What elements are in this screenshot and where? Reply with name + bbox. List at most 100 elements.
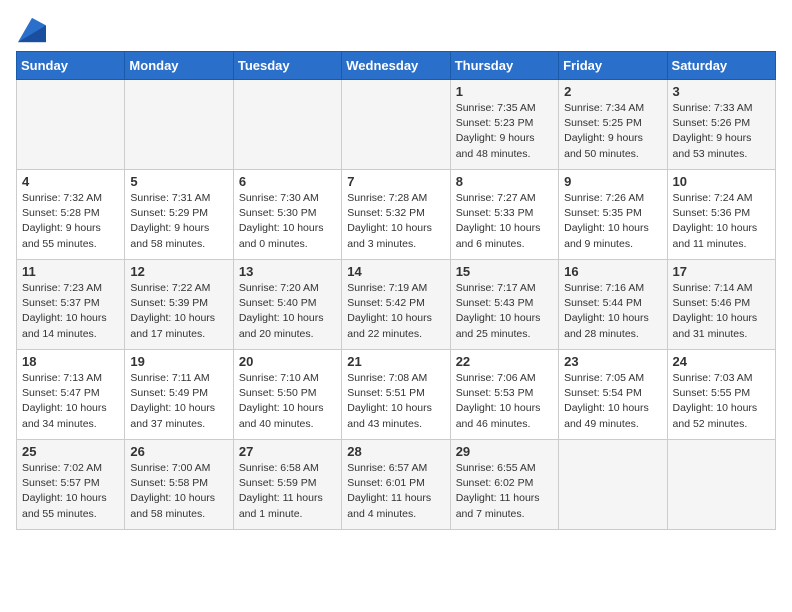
- day-info: Sunrise: 7:19 AM Sunset: 5:42 PM Dayligh…: [347, 281, 444, 342]
- day-info: Sunrise: 6:58 AM Sunset: 5:59 PM Dayligh…: [239, 461, 336, 522]
- calendar-cell: 25 Sunrise: 7:02 AM Sunset: 5:57 PM Dayli…: [17, 440, 125, 530]
- calendar-cell: 3 Sunrise: 7:33 AM Sunset: 5:26 PM Daylig…: [667, 80, 775, 170]
- day-number: 16: [564, 264, 661, 279]
- calendar-cell: 23 Sunrise: 7:05 AM Sunset: 5:54 PM Dayli…: [559, 350, 667, 440]
- day-number: 12: [130, 264, 227, 279]
- weekday-tuesday: Tuesday: [233, 52, 341, 80]
- calendar-cell: [17, 80, 125, 170]
- day-info: Sunrise: 7:32 AM Sunset: 5:28 PM Dayligh…: [22, 191, 119, 252]
- day-info: Sunrise: 7:10 AM Sunset: 5:50 PM Dayligh…: [239, 371, 336, 432]
- day-number: 11: [22, 264, 119, 279]
- day-info: Sunrise: 7:05 AM Sunset: 5:54 PM Dayligh…: [564, 371, 661, 432]
- day-info: Sunrise: 7:00 AM Sunset: 5:58 PM Dayligh…: [130, 461, 227, 522]
- calendar-cell: 1 Sunrise: 7:35 AM Sunset: 5:23 PM Daylig…: [450, 80, 558, 170]
- week-row-4: 18 Sunrise: 7:13 AM Sunset: 5:47 PM Dayli…: [17, 350, 776, 440]
- calendar-cell: 10Sunrise: 7:24 AM Sunset: 5:36 PM Dayli…: [667, 170, 775, 260]
- day-info: Sunrise: 7:02 AM Sunset: 5:57 PM Dayligh…: [22, 461, 119, 522]
- weekday-sunday: Sunday: [17, 52, 125, 80]
- day-number: 29: [456, 444, 553, 459]
- calendar-cell: 20 Sunrise: 7:10 AM Sunset: 5:50 PM Dayli…: [233, 350, 341, 440]
- calendar-cell: 9 Sunrise: 7:26 AM Sunset: 5:35 PM Daylig…: [559, 170, 667, 260]
- day-number: 3: [673, 84, 770, 99]
- calendar-cell: 19 Sunrise: 7:11 AM Sunset: 5:49 PM Dayli…: [125, 350, 233, 440]
- day-info: Sunrise: 7:13 AM Sunset: 5:47 PM Dayligh…: [22, 371, 119, 432]
- day-number: 19: [130, 354, 227, 369]
- calendar-cell: 17 Sunrise: 7:14 AM Sunset: 5:46 PM Dayli…: [667, 260, 775, 350]
- calendar-cell: 15 Sunrise: 7:17 AM Sunset: 5:43 PM Dayli…: [450, 260, 558, 350]
- day-info: Sunrise: 7:23 AM Sunset: 5:37 PM Dayligh…: [22, 281, 119, 342]
- day-info: Sunrise: 7:30 AM Sunset: 5:30 PM Dayligh…: [239, 191, 336, 252]
- calendar-cell: 6 Sunrise: 7:30 AM Sunset: 5:30 PM Daylig…: [233, 170, 341, 260]
- day-number: 27: [239, 444, 336, 459]
- day-number: 13: [239, 264, 336, 279]
- day-number: 20: [239, 354, 336, 369]
- day-info: Sunrise: 7:28 AM Sunset: 5:32 PM Dayligh…: [347, 191, 444, 252]
- day-number: 18: [22, 354, 119, 369]
- calendar-cell: 24 Sunrise: 7:03 AM Sunset: 5:55 PM Dayli…: [667, 350, 775, 440]
- day-number: 15: [456, 264, 553, 279]
- day-number: 24: [673, 354, 770, 369]
- page-header: [16, 16, 776, 43]
- calendar-cell: 11 Sunrise: 7:23 AM Sunset: 5:37 PM Dayli…: [17, 260, 125, 350]
- day-number: 9: [564, 174, 661, 189]
- calendar-cell: 28 Sunrise: 6:57 AM Sunset: 6:01 PM Dayli…: [342, 440, 450, 530]
- day-number: 6: [239, 174, 336, 189]
- day-number: 8: [456, 174, 553, 189]
- day-number: 1: [456, 84, 553, 99]
- logo-text: [16, 16, 46, 49]
- calendar-cell: [125, 80, 233, 170]
- day-number: 23: [564, 354, 661, 369]
- calendar-cell: [233, 80, 341, 170]
- logo: [16, 16, 46, 43]
- day-number: 10: [673, 174, 770, 189]
- day-number: 25: [22, 444, 119, 459]
- day-info: Sunrise: 7:20 AM Sunset: 5:40 PM Dayligh…: [239, 281, 336, 342]
- calendar-cell: 13 Sunrise: 7:20 AM Sunset: 5:40 PM Dayli…: [233, 260, 341, 350]
- day-info: Sunrise: 6:55 AM Sunset: 6:02 PM Dayligh…: [456, 461, 553, 522]
- day-info: Sunrise: 7:33 AM Sunset: 5:26 PM Dayligh…: [673, 101, 770, 162]
- day-info: Sunrise: 6:57 AM Sunset: 6:01 PM Dayligh…: [347, 461, 444, 522]
- day-number: 4: [22, 174, 119, 189]
- day-number: 7: [347, 174, 444, 189]
- calendar-table: SundayMondayTuesdayWednesdayThursdayFrid…: [16, 51, 776, 530]
- weekday-monday: Monday: [125, 52, 233, 80]
- day-info: Sunrise: 7:35 AM Sunset: 5:23 PM Dayligh…: [456, 101, 553, 162]
- calendar-cell: [667, 440, 775, 530]
- day-info: Sunrise: 7:03 AM Sunset: 5:55 PM Dayligh…: [673, 371, 770, 432]
- calendar-cell: 2Sunrise: 7:34 AM Sunset: 5:25 PM Daylig…: [559, 80, 667, 170]
- week-row-2: 4 Sunrise: 7:32 AM Sunset: 5:28 PM Daylig…: [17, 170, 776, 260]
- calendar-cell: 4 Sunrise: 7:32 AM Sunset: 5:28 PM Daylig…: [17, 170, 125, 260]
- calendar-cell: 26 Sunrise: 7:00 AM Sunset: 5:58 PM Dayli…: [125, 440, 233, 530]
- day-info: Sunrise: 7:27 AM Sunset: 5:33 PM Dayligh…: [456, 191, 553, 252]
- day-info: Sunrise: 7:14 AM Sunset: 5:46 PM Dayligh…: [673, 281, 770, 342]
- weekday-wednesday: Wednesday: [342, 52, 450, 80]
- weekday-header-row: SundayMondayTuesdayWednesdayThursdayFrid…: [17, 52, 776, 80]
- day-number: 17: [673, 264, 770, 279]
- day-number: 2: [564, 84, 661, 99]
- calendar-cell: 8 Sunrise: 7:27 AM Sunset: 5:33 PM Daylig…: [450, 170, 558, 260]
- weekday-friday: Friday: [559, 52, 667, 80]
- week-row-3: 11 Sunrise: 7:23 AM Sunset: 5:37 PM Dayli…: [17, 260, 776, 350]
- day-number: 22: [456, 354, 553, 369]
- day-info: Sunrise: 7:26 AM Sunset: 5:35 PM Dayligh…: [564, 191, 661, 252]
- week-row-5: 25 Sunrise: 7:02 AM Sunset: 5:57 PM Dayli…: [17, 440, 776, 530]
- calendar-cell: 12 Sunrise: 7:22 AM Sunset: 5:39 PM Dayli…: [125, 260, 233, 350]
- day-info: Sunrise: 7:31 AM Sunset: 5:29 PM Dayligh…: [130, 191, 227, 252]
- day-info: Sunrise: 7:11 AM Sunset: 5:49 PM Dayligh…: [130, 371, 227, 432]
- day-number: 21: [347, 354, 444, 369]
- calendar-cell: 14Sunrise: 7:19 AM Sunset: 5:42 PM Dayli…: [342, 260, 450, 350]
- calendar-cell: [342, 80, 450, 170]
- calendar-cell: 29 Sunrise: 6:55 AM Sunset: 6:02 PM Dayli…: [450, 440, 558, 530]
- day-info: Sunrise: 7:17 AM Sunset: 5:43 PM Dayligh…: [456, 281, 553, 342]
- calendar-cell: 18 Sunrise: 7:13 AM Sunset: 5:47 PM Dayli…: [17, 350, 125, 440]
- day-info: Sunrise: 7:06 AM Sunset: 5:53 PM Dayligh…: [456, 371, 553, 432]
- weekday-saturday: Saturday: [667, 52, 775, 80]
- weekday-thursday: Thursday: [450, 52, 558, 80]
- day-number: 28: [347, 444, 444, 459]
- calendar-cell: 27 Sunrise: 6:58 AM Sunset: 5:59 PM Dayli…: [233, 440, 341, 530]
- day-number: 26: [130, 444, 227, 459]
- calendar-cell: 22 Sunrise: 7:06 AM Sunset: 5:53 PM Dayli…: [450, 350, 558, 440]
- calendar-cell: 21Sunrise: 7:08 AM Sunset: 5:51 PM Dayli…: [342, 350, 450, 440]
- day-info: Sunrise: 7:22 AM Sunset: 5:39 PM Dayligh…: [130, 281, 227, 342]
- week-row-1: 1 Sunrise: 7:35 AM Sunset: 5:23 PM Daylig…: [17, 80, 776, 170]
